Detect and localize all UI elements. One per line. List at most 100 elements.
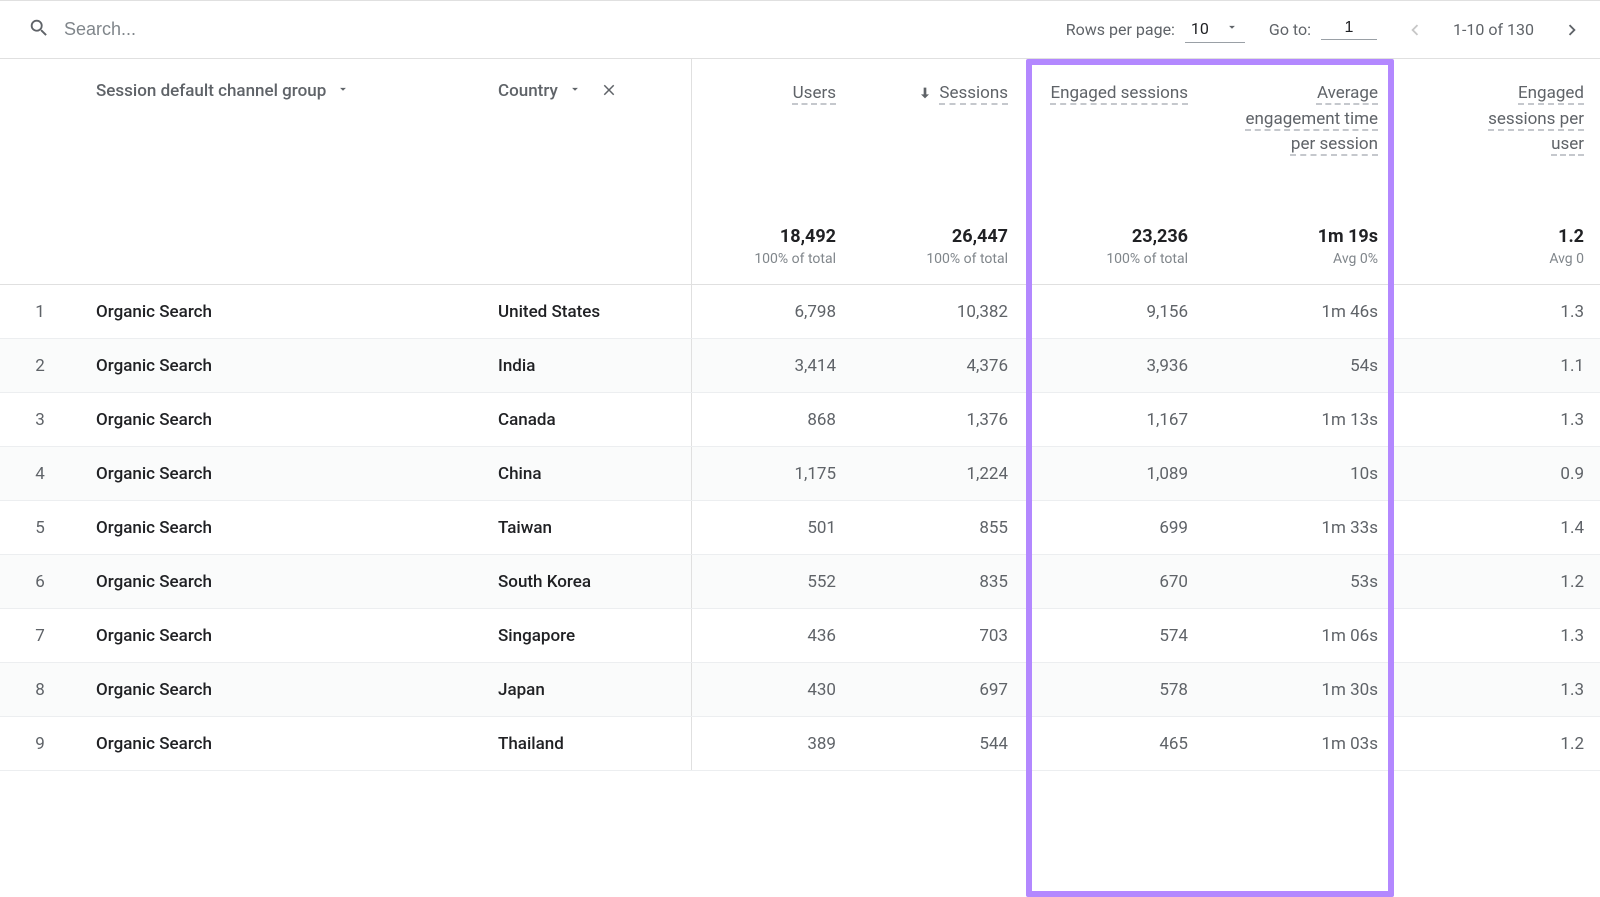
search-icon: [28, 17, 50, 43]
sort-descending-icon: [917, 81, 933, 106]
cell-channel: Organic Search: [80, 609, 482, 662]
cell-avgtime: 1m 06s: [1204, 609, 1394, 662]
cell-perusr: 1.2: [1394, 717, 1600, 770]
total-users-sub: 100% of total: [754, 251, 836, 267]
table-row[interactable]: 8Organic SearchJapan4306975781m 30s1.3: [0, 663, 1600, 717]
table-row[interactable]: 7Organic SearchSingapore4367035741m 06s1…: [0, 609, 1600, 663]
primary-dimension-label: Session default channel group: [96, 81, 326, 101]
cell-users: 552: [692, 555, 852, 608]
cell-avgtime: 54s: [1204, 339, 1394, 392]
close-icon: [600, 81, 618, 104]
row-index: 5: [0, 501, 80, 554]
cell-channel: Organic Search: [80, 393, 482, 446]
cell-engaged: 465: [1024, 717, 1204, 770]
cell-engaged: 1,167: [1024, 393, 1204, 446]
cell-sessions: 1,224: [852, 447, 1024, 500]
table-totals-row: 18,492 100% of total 26,447 100% of tota…: [0, 209, 1600, 285]
row-index: 9: [0, 717, 80, 770]
cell-users: 430: [692, 663, 852, 716]
table-row[interactable]: 5Organic SearchTaiwan5018556991m 33s1.4: [0, 501, 1600, 555]
total-engaged-sub: 100% of total: [1106, 251, 1188, 267]
search-input[interactable]: [64, 19, 424, 40]
cell-channel: Organic Search: [80, 555, 482, 608]
secondary-dimension-chip[interactable]: Country: [498, 81, 582, 101]
caret-down-icon: [1225, 19, 1239, 38]
cell-avgtime: 1m 03s: [1204, 717, 1394, 770]
cell-sessions: 697: [852, 663, 1024, 716]
cell-sessions: 855: [852, 501, 1024, 554]
cell-sessions: 835: [852, 555, 1024, 608]
table-header-row: Session default channel group Country Us…: [0, 59, 1600, 209]
goto-label: Go to:: [1269, 20, 1311, 39]
cell-perusr: 1.4: [1394, 501, 1600, 554]
row-index: 8: [0, 663, 80, 716]
table-row[interactable]: 6Organic SearchSouth Korea55283567053s1.…: [0, 555, 1600, 609]
cell-channel: Organic Search: [80, 501, 482, 554]
cell-sessions: 4,376: [852, 339, 1024, 392]
row-index: 1: [0, 285, 80, 338]
cell-country: Japan: [482, 663, 692, 716]
cell-perusr: 1.3: [1394, 285, 1600, 338]
table-toolbar: Rows per page: 10 Go to: 1-10 of 130: [0, 1, 1600, 59]
row-index: 7: [0, 609, 80, 662]
column-header-users[interactable]: Users: [692, 59, 852, 209]
cell-users: 389: [692, 717, 852, 770]
cell-sessions: 1,376: [852, 393, 1024, 446]
cell-channel: Organic Search: [80, 663, 482, 716]
rows-per-page-label: Rows per page:: [1066, 20, 1175, 39]
cell-country: South Korea: [482, 555, 692, 608]
cell-channel: Organic Search: [80, 717, 482, 770]
next-page-button[interactable]: [1558, 16, 1586, 44]
total-avgtime-sub: Avg 0%: [1333, 251, 1378, 267]
cell-perusr: 1.2: [1394, 555, 1600, 608]
cell-perusr: 0.9: [1394, 447, 1600, 500]
row-index: 6: [0, 555, 80, 608]
caret-down-icon: [568, 81, 582, 101]
table-row[interactable]: 3Organic SearchCanada8681,3761,1671m 13s…: [0, 393, 1600, 447]
primary-dimension-chip[interactable]: Session default channel group: [96, 81, 350, 101]
rows-per-page: Rows per page: 10: [1066, 17, 1245, 43]
cell-users: 1,175: [692, 447, 852, 500]
cell-channel: Organic Search: [80, 285, 482, 338]
row-index: 2: [0, 339, 80, 392]
cell-engaged: 670: [1024, 555, 1204, 608]
column-header-engaged-per-user[interactable]: Engaged sessions per user: [1394, 59, 1600, 209]
cell-engaged: 9,156: [1024, 285, 1204, 338]
cell-avgtime: 1m 30s: [1204, 663, 1394, 716]
cell-engaged: 699: [1024, 501, 1204, 554]
total-engaged: 23,236: [1132, 226, 1188, 247]
prev-page-button[interactable]: [1401, 16, 1429, 44]
cell-users: 6,798: [692, 285, 852, 338]
row-index: 3: [0, 393, 80, 446]
cell-perusr: 1.3: [1394, 609, 1600, 662]
column-header-avg-engagement-time[interactable]: Average engagement time per session: [1204, 59, 1394, 209]
cell-avgtime: 1m 13s: [1204, 393, 1394, 446]
column-header-sessions[interactable]: Sessions: [852, 59, 1024, 209]
rows-per-page-value: 10: [1191, 19, 1209, 38]
cell-avgtime: 1m 33s: [1204, 501, 1394, 554]
column-header-engaged-sessions[interactable]: Engaged sessions: [1024, 59, 1204, 209]
cell-engaged: 3,936: [1024, 339, 1204, 392]
cell-country: Taiwan: [482, 501, 692, 554]
cell-users: 436: [692, 609, 852, 662]
goto-page: Go to:: [1269, 19, 1377, 40]
table-row[interactable]: 4Organic SearchChina1,1751,2241,08910s0.…: [0, 447, 1600, 501]
cell-avgtime: 53s: [1204, 555, 1394, 608]
cell-sessions: 703: [852, 609, 1024, 662]
rows-per-page-select[interactable]: 10: [1185, 17, 1245, 43]
cell-sessions: 544: [852, 717, 1024, 770]
table-row[interactable]: 2Organic SearchIndia3,4144,3763,93654s1.…: [0, 339, 1600, 393]
cell-avgtime: 1m 46s: [1204, 285, 1394, 338]
cell-country: Singapore: [482, 609, 692, 662]
total-avgtime: 1m 19s: [1318, 226, 1378, 247]
total-perusr-sub: Avg 0: [1549, 251, 1584, 267]
remove-secondary-dimension-button[interactable]: [600, 81, 618, 104]
total-perusr: 1.2: [1558, 226, 1584, 247]
cell-users: 868: [692, 393, 852, 446]
goto-input[interactable]: [1321, 19, 1377, 40]
table-row[interactable]: 1Organic SearchUnited States6,79810,3829…: [0, 285, 1600, 339]
table-row[interactable]: 9Organic SearchThailand3895444651m 03s1.…: [0, 717, 1600, 771]
cell-avgtime: 10s: [1204, 447, 1394, 500]
secondary-dimension-label: Country: [498, 81, 558, 101]
cell-engaged: 574: [1024, 609, 1204, 662]
